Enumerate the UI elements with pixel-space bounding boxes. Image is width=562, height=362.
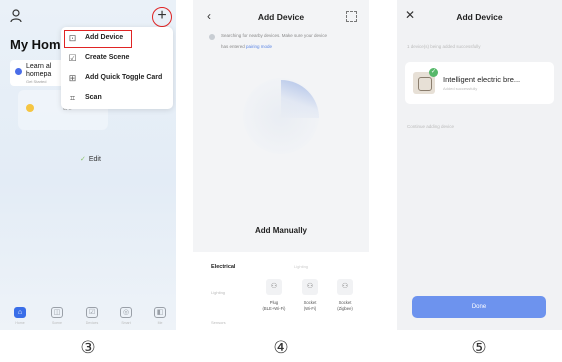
add-manually-heading: Add Manually [254, 226, 307, 235]
tab-scene[interactable]: ◫ Scene [43, 305, 73, 330]
section-subheader: Lighting [294, 264, 309, 269]
bulb-icon [15, 68, 22, 75]
pairing-mode-link[interactable]: pairing mode [246, 44, 272, 49]
menu-item-label: Scan [85, 94, 102, 101]
tab-smart[interactable]: ◎ Smart [112, 305, 142, 330]
device-status: Added successfully [443, 86, 478, 91]
learn-card-line2: homepa [26, 71, 52, 78]
manual-sheet: Electrical Lighting Sensors Lighting ⚇ P… [193, 252, 369, 330]
check-icon: ✓ [429, 68, 438, 77]
device-added-screen: ✕ Add Device 1 device(s) being added suc… [397, 0, 562, 330]
scene-tab-icon: ◫ [51, 307, 63, 318]
home-title[interactable]: My Home [10, 37, 68, 52]
tab-home[interactable]: ⌂ Home [6, 305, 36, 330]
devices-tab-icon: ☑ [86, 307, 98, 318]
device-label: Plug [269, 300, 279, 305]
search-hint-line2: has entered pairing mode [221, 44, 272, 49]
device-plug-ble-wifi[interactable]: ⚇ Plug (BLE+Wi-Fi) [256, 279, 292, 319]
device-sublabel: (BLE+Wi-Fi) [262, 306, 286, 311]
device-label: Socket [303, 300, 317, 305]
tab-devices[interactable]: ☑ Devices [78, 305, 108, 330]
menu-item-label: Add Quick Toggle Card [85, 74, 163, 81]
step-marker-4: ④ [273, 338, 289, 358]
added-device-card[interactable]: ✓ Intelligent electric bre... Added succ… [405, 62, 554, 104]
category-electrical[interactable]: Electrical [211, 264, 235, 270]
add-menu: ⊡ Add Device ☑ Create Scene ⊞ Add Quick … [61, 27, 173, 109]
tab-label: Home [15, 321, 25, 325]
device-name: Intelligent electric bre... [443, 75, 521, 84]
sun-icon [26, 104, 34, 112]
home-screen: + My Home Learn al homepa Get Started ss… [0, 0, 176, 330]
category-lighting[interactable]: Lighting [211, 290, 225, 295]
learn-card-line1: Learn al [26, 63, 52, 70]
page-title: Add Device [456, 12, 503, 22]
search-hint-text: has entered [221, 44, 245, 49]
edit-button[interactable]: ✓ Edit [80, 155, 101, 163]
scene-icon: ☑ [68, 53, 77, 63]
tab-label: Devices [85, 321, 99, 325]
tab-label: Scene [52, 321, 62, 325]
user-icon[interactable] [10, 9, 22, 23]
smart-tab-icon: ◎ [120, 307, 132, 318]
edit-label: Edit [88, 156, 101, 163]
learn-card-line3: Get Started [26, 79, 47, 84]
quick-card-icon: ⊞ [68, 73, 77, 83]
device-socket-wifi[interactable]: ⚇ Socket (Wi-Fi) [292, 279, 328, 319]
scan-icon: ⌗ [69, 93, 76, 103]
menu-item-scan[interactable]: ⌗ Scan [61, 90, 173, 108]
menu-item-add-quick-toggle-card[interactable]: ⊞ Add Quick Toggle Card [61, 70, 173, 88]
tab-label: Me [157, 321, 163, 325]
device-sublabel: (Wi-Fi) [303, 306, 317, 311]
me-tab-icon: ◧ [154, 307, 166, 318]
tab-me[interactable]: ◧ Me [146, 305, 176, 330]
success-section-label: 1 device(s) being added successfully [407, 44, 481, 49]
continue-section-label: Continue adding device [407, 124, 455, 129]
device-socket-zigbee[interactable]: ⚇ Socket (Zigbee) [327, 279, 363, 319]
menu-item-label: Create Scene [85, 54, 130, 61]
search-hint-line1: Searching for nearby devices. Make sure … [221, 33, 328, 38]
info-icon [209, 34, 215, 40]
scan-icon[interactable] [346, 11, 357, 22]
category-sensors[interactable]: Sensors [211, 320, 226, 325]
top-bar: + [0, 0, 176, 30]
done-button[interactable]: Done [412, 296, 546, 318]
socket-icon: ⚇ [302, 279, 318, 295]
home-icon: ⌂ [14, 307, 26, 318]
device-sublabel: (Zigbee) [337, 306, 353, 311]
menu-item-create-scene[interactable]: ☑ Create Scene [61, 50, 173, 68]
highlight-box [64, 30, 132, 48]
socket-icon: ⚇ [337, 279, 353, 295]
page-title: Add Device [257, 12, 305, 22]
add-plus-button[interactable]: + [152, 7, 172, 27]
radar-sweep [281, 80, 319, 118]
step-marker-3: ③ [80, 338, 96, 358]
check-icon: ✓ [80, 156, 86, 163]
step-marker-5: ⑤ [471, 338, 487, 358]
bottom-tab-bar: ⌂ Home ◫ Scene ☑ Devices ◎ Smart ◧ Me [0, 305, 176, 330]
plug-icon: ⚇ [266, 279, 282, 295]
add-device-screen: ‹ Add Device Searching for nearby device… [193, 0, 369, 330]
device-label: Socket [338, 300, 352, 305]
tab-label: Smart [121, 321, 131, 325]
